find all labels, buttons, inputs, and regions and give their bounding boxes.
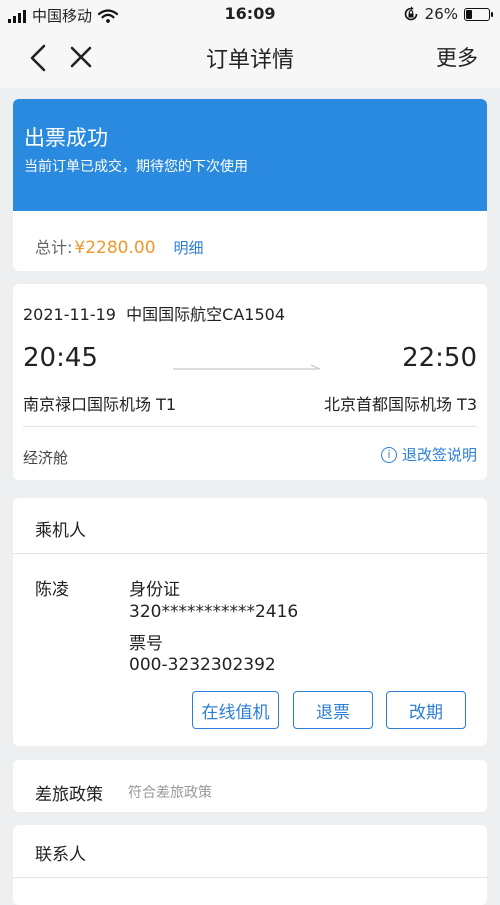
online-checkin-button[interactable]: 在线值机 xyxy=(192,691,279,729)
passenger-card: 乘机人 陈凌 身份证 320***********2416 票号 000-323… xyxy=(13,498,487,746)
passenger-name: 陈凌 xyxy=(35,580,69,600)
rules-link-label: 退改签说明 xyxy=(401,446,477,464)
arrival-airport: 北京首都国际机场 T3 xyxy=(323,395,477,414)
battery-fill xyxy=(466,9,473,19)
close-icon[interactable] xyxy=(66,42,96,72)
status-bar: 中国移动 16:09 26% xyxy=(0,0,500,30)
flight-arrow-icon xyxy=(173,364,321,370)
flight-date-airline: 2021-11-19 中国国际航空CA1504 xyxy=(23,305,285,324)
status-title: 出票成功 xyxy=(24,126,108,150)
contact-section-title: 联系人 xyxy=(35,845,86,865)
divider xyxy=(23,426,477,427)
more-button[interactable]: 更多 xyxy=(436,42,478,72)
rotation-lock-icon xyxy=(404,6,417,21)
arrival-time: 22:50 xyxy=(402,343,477,373)
cabin-class: 经济舱 xyxy=(23,449,69,467)
divider xyxy=(13,877,487,878)
reschedule-button[interactable]: 改期 xyxy=(386,691,466,729)
ticket-number: 000-3232302392 xyxy=(129,655,276,675)
ticket-label: 票号 xyxy=(129,634,163,654)
battery-icon xyxy=(464,7,493,21)
contact-card: 联系人 xyxy=(13,825,487,905)
flight-card: 2021-11-19 中国国际航空CA1504 20:45 22:50 南京禄口… xyxy=(13,284,487,480)
departure-airport: 南京禄口国际机场 T1 xyxy=(23,395,177,414)
battery-percent: 26% xyxy=(424,5,458,23)
travel-policy-value: 符合差旅政策 xyxy=(128,785,212,801)
divider xyxy=(13,553,487,554)
info-icon: i xyxy=(380,446,397,463)
refund-button[interactable]: 退票 xyxy=(293,691,373,729)
status-banner: 出票成功 当前订单已成交，期待您的下次使用 xyxy=(13,99,487,211)
status-right: 26% xyxy=(403,5,493,23)
nav-bar: 订单详情 更多 xyxy=(0,30,500,88)
travel-policy-card[interactable]: 差旅政策 符合差旅政策 xyxy=(13,760,487,812)
id-number: 320***********2416 xyxy=(129,602,299,622)
total-label: 总计: xyxy=(35,238,73,257)
refund-change-rules-link[interactable]: i 退改签说明 xyxy=(380,444,477,465)
order-status-card: 出票成功 当前订单已成交，期待您的下次使用 总计: ¥2280.00 明细 xyxy=(13,99,487,271)
travel-policy-label: 差旅政策 xyxy=(35,785,103,805)
status-subtitle: 当前订单已成交，期待您的下次使用 xyxy=(24,159,248,175)
total-row: 总计: ¥2280.00 明细 xyxy=(35,234,204,258)
price-detail-link[interactable]: 明细 xyxy=(174,239,204,257)
chevron-left-icon[interactable] xyxy=(22,41,56,75)
departure-time: 20:45 xyxy=(23,343,98,373)
passenger-section-title: 乘机人 xyxy=(35,521,86,541)
id-type: 身份证 xyxy=(129,580,180,600)
total-amount: ¥2280.00 xyxy=(74,238,156,258)
